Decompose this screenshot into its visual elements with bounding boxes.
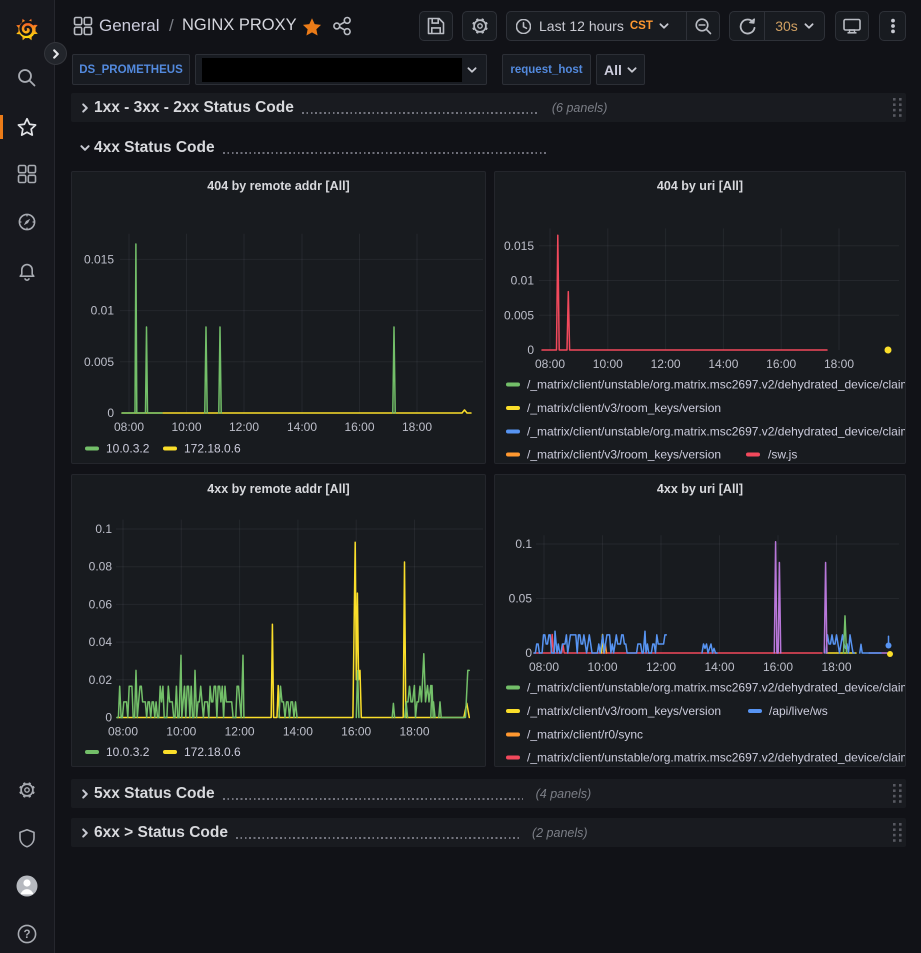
svg-text:0.06: 0.06 <box>89 597 113 611</box>
svg-text:0.015: 0.015 <box>504 239 534 253</box>
svg-text:172.18.0.6: 172.18.0.6 <box>184 745 241 759</box>
svg-text:0: 0 <box>527 343 534 357</box>
svg-text:0: 0 <box>105 711 112 725</box>
svg-text:?: ? <box>23 929 30 941</box>
svg-text:0.05: 0.05 <box>509 592 533 606</box>
svg-text:0.1: 0.1 <box>95 522 112 536</box>
svg-text:18:00: 18:00 <box>821 660 851 674</box>
svg-text:08:00: 08:00 <box>108 725 138 739</box>
svg-text:0.02: 0.02 <box>89 673 113 687</box>
svg-text:08:00: 08:00 <box>535 357 565 371</box>
svg-text:12:00: 12:00 <box>229 420 259 434</box>
svg-text:0.005: 0.005 <box>84 355 114 369</box>
svg-text:0.015: 0.015 <box>84 252 114 266</box>
svg-text:0.04: 0.04 <box>89 635 113 649</box>
svg-text:12:00: 12:00 <box>225 725 255 739</box>
svg-text:/_matrix/client/unstable/org.m: /_matrix/client/unstable/org.matrix.msc2… <box>527 378 905 392</box>
svg-text:12:00: 12:00 <box>646 660 676 674</box>
svg-text:16:00: 16:00 <box>763 660 793 674</box>
svg-text:18:00: 18:00 <box>824 357 854 371</box>
svg-text:/_matrix/client/unstable/org.m: /_matrix/client/unstable/org.matrix.msc2… <box>527 751 905 765</box>
svg-text:/_matrix/client/unstable/org.m: /_matrix/client/unstable/org.matrix.msc2… <box>527 425 905 439</box>
svg-text:16:00: 16:00 <box>344 420 374 434</box>
svg-text:10:00: 10:00 <box>171 420 201 434</box>
svg-text:16:00: 16:00 <box>766 357 796 371</box>
svg-text:0: 0 <box>525 646 532 660</box>
svg-text:0.01: 0.01 <box>511 274 535 288</box>
svg-text:18:00: 18:00 <box>399 725 429 739</box>
svg-text:0: 0 <box>107 406 114 420</box>
svg-text:/_matrix/client/unstable/org.m: /_matrix/client/unstable/org.matrix.msc2… <box>527 681 905 695</box>
svg-text:/api/live/ws: /api/live/ws <box>769 704 828 718</box>
svg-text:/_matrix/client/r0/sync: /_matrix/client/r0/sync <box>527 728 643 742</box>
svg-text:12:00: 12:00 <box>651 357 681 371</box>
svg-text:/_matrix/client/v3/room_keys/v: /_matrix/client/v3/room_keys/version <box>527 704 721 718</box>
svg-text:172.18.0.6: 172.18.0.6 <box>184 442 241 456</box>
svg-text:/_matrix/client/v3/room_keys/v: /_matrix/client/v3/room_keys/version <box>527 401 721 415</box>
svg-text:10.0.3.2: 10.0.3.2 <box>106 442 150 456</box>
svg-text:10.0.3.2: 10.0.3.2 <box>106 745 150 759</box>
svg-text:08:00: 08:00 <box>529 660 559 674</box>
svg-text:0.1: 0.1 <box>515 537 532 551</box>
svg-text:/_matrix/client/v3/room_keys/v: /_matrix/client/v3/room_keys/version <box>527 448 721 462</box>
svg-text:/sw.js: /sw.js <box>768 448 797 462</box>
svg-text:0.08: 0.08 <box>89 560 113 574</box>
svg-text:14:00: 14:00 <box>287 420 317 434</box>
svg-text:16:00: 16:00 <box>341 725 371 739</box>
svg-text:0.01: 0.01 <box>91 304 115 318</box>
svg-text:14:00: 14:00 <box>283 725 313 739</box>
svg-text:18:00: 18:00 <box>402 420 432 434</box>
svg-text:14:00: 14:00 <box>704 660 734 674</box>
svg-text:10:00: 10:00 <box>593 357 623 371</box>
svg-text:10:00: 10:00 <box>166 725 196 739</box>
svg-text:0.005: 0.005 <box>504 308 534 322</box>
svg-text:10:00: 10:00 <box>587 660 617 674</box>
svg-text:08:00: 08:00 <box>114 420 144 434</box>
svg-text:14:00: 14:00 <box>708 357 738 371</box>
